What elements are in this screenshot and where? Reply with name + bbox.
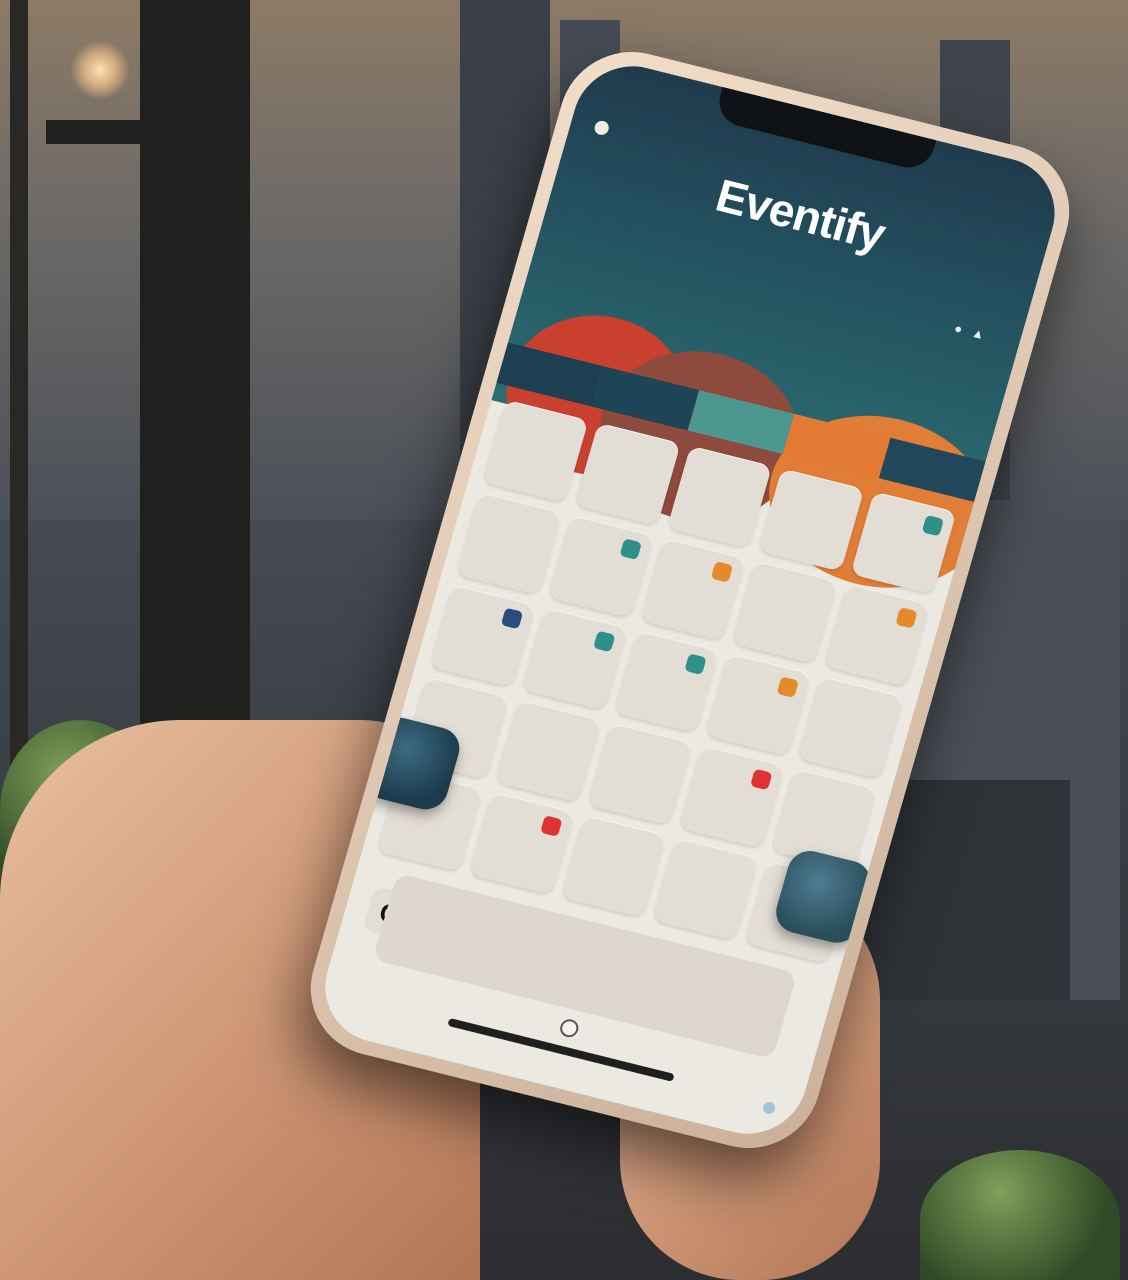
event-marker-icon[interactable] [500, 607, 524, 630]
calendar-day[interactable] [468, 791, 575, 895]
calendar-day[interactable] [824, 583, 931, 687]
sun [70, 40, 130, 100]
event-marker-icon[interactable] [776, 676, 800, 699]
phone: Eventify ● ▲ OF [294, 37, 1086, 1163]
event-marker-icon[interactable] [684, 653, 708, 676]
event-marker-icon[interactable] [592, 630, 616, 653]
back-icon[interactable] [592, 119, 611, 137]
calendar-day[interactable] [547, 514, 655, 619]
calendar-day[interactable] [640, 537, 747, 642]
dot-icon [761, 1100, 777, 1116]
event-marker-icon[interactable] [539, 815, 563, 837]
share-icon[interactable]: ● [953, 320, 965, 336]
event-marker-icon[interactable] [895, 607, 918, 629]
home-icon[interactable] [558, 1017, 581, 1040]
calendar-day[interactable] [732, 560, 839, 664]
event-marker-icon[interactable] [619, 538, 642, 560]
app-title: Eventify [710, 168, 891, 261]
app-screen: Eventify ● ▲ OF [311, 54, 1069, 1146]
menu-icon[interactable]: ▲ [970, 325, 987, 343]
calendar-day[interactable] [679, 745, 786, 849]
calendar-day[interactable] [429, 584, 536, 688]
calendar-day[interactable] [587, 722, 694, 826]
event-marker-icon[interactable] [711, 561, 734, 583]
calendar-day[interactable] [521, 607, 628, 711]
calendar-day[interactable] [495, 699, 602, 803]
notch [713, 86, 937, 173]
calendar-day[interactable] [797, 676, 904, 780]
window-handle [46, 120, 166, 144]
calendar-day[interactable] [560, 814, 667, 918]
calendar-day[interactable] [613, 630, 720, 734]
hero-icons: ● ▲ [953, 320, 987, 342]
phone-wrap: Eventify ● ▲ OF [230, 37, 1086, 1210]
calendar-day[interactable] [652, 837, 759, 941]
calendar-day[interactable] [455, 491, 562, 596]
calendar-day[interactable] [705, 653, 812, 757]
event-marker-icon[interactable] [750, 768, 773, 791]
event-marker-icon[interactable] [921, 514, 945, 537]
